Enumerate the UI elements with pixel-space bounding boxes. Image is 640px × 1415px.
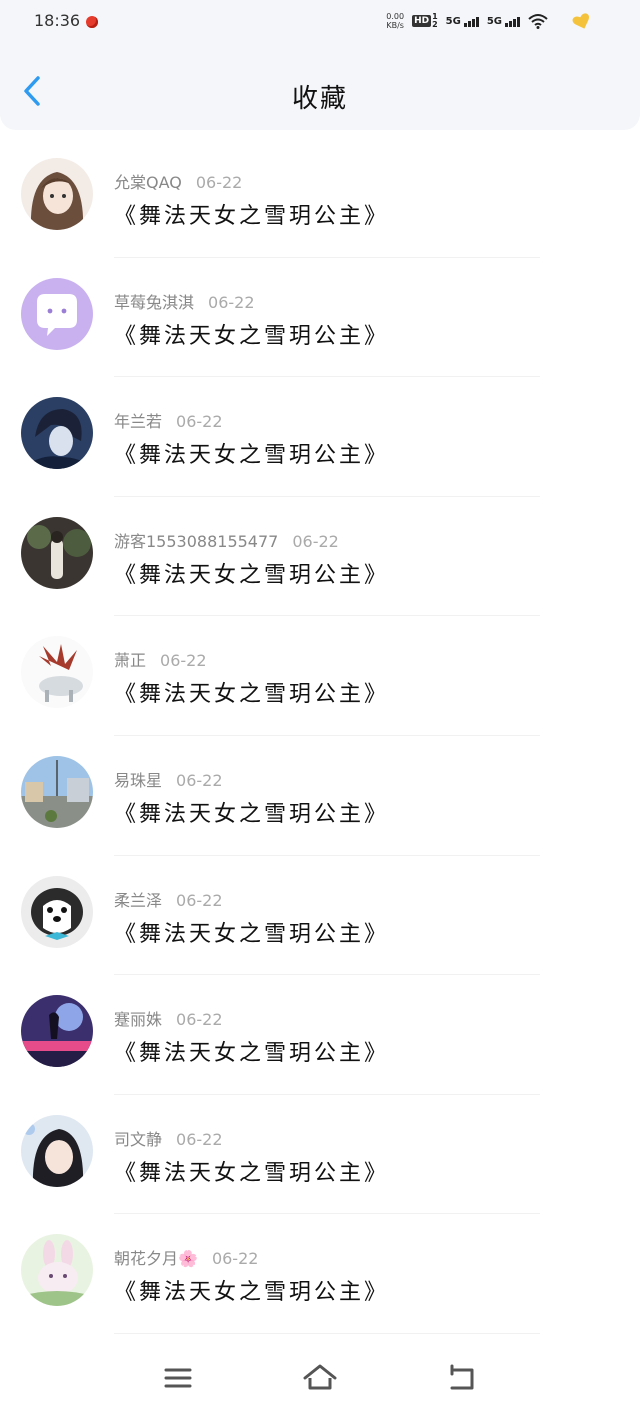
item-title: 《舞法天女之雪玥公主》 — [114, 1160, 390, 1186]
list-item[interactable]: 柔兰泽 06-22 《舞法天女之雪玥公主》 — [0, 856, 640, 976]
item-date: 06-22 — [160, 651, 207, 671]
net-speed-value: 0.00 — [386, 12, 405, 21]
item-date: 06-22 — [292, 531, 339, 551]
list-item[interactable]: 允棠QAQ 06-22 《舞法天女之雪玥公主》 — [0, 138, 640, 258]
item-title: 《舞法天女之雪玥公主》 — [114, 204, 390, 229]
item-date: 06-22 — [176, 1129, 223, 1149]
avatar — [21, 1234, 93, 1307]
menu-icon[interactable] — [158, 1360, 198, 1396]
item-meta: 草莓兔淇淇 06-22 — [114, 289, 255, 313]
list-item[interactable]: 年兰若 06-22 《舞法天女之雪玥公主》 — [0, 377, 640, 497]
net-speed-unit: KB/s — [386, 21, 404, 30]
list-item[interactable]: 草莓兔淇淇 06-22 《舞法天女之雪玥公主》 — [0, 258, 640, 378]
status-bar: 18:36 0.00 KB/s HD 1 2 5G 5G — [0, 0, 640, 44]
item-date: 06-22 — [176, 412, 223, 432]
avatar — [21, 397, 93, 470]
item-date: 06-22 — [176, 1010, 223, 1030]
wifi-icon — [528, 14, 548, 29]
item-meta: 易珠星 06-22 — [114, 767, 223, 791]
signal-icon: 5G — [487, 16, 520, 27]
item-meta: 游客1553088155477 06-22 — [114, 528, 339, 552]
list-item[interactable]: 司文静 06-22 《舞法天女之雪玥公主》 — [0, 1095, 640, 1215]
page-title: 收藏 — [291, 84, 348, 114]
avatar — [21, 277, 93, 350]
item-title: 《舞法天女之雪玥公主》 — [114, 562, 390, 588]
item-title: 《舞法天女之雪玥公主》 — [114, 323, 390, 349]
avatar — [21, 636, 93, 709]
item-date: 06-22 — [176, 890, 223, 910]
back-icon[interactable] — [442, 1360, 482, 1396]
hd-label: HD — [412, 15, 432, 27]
item-title: 《舞法天女之雪玥公主》 — [114, 1280, 390, 1306]
author-name: 游客1553088155477 — [114, 531, 279, 551]
home-icon[interactable] — [300, 1360, 340, 1396]
heart-icon — [572, 13, 589, 29]
header: 收藏 — [0, 44, 640, 130]
item-date: 06-22 — [208, 292, 255, 312]
item-meta: 柔兰泽 06-22 — [114, 887, 223, 911]
avatar — [21, 755, 93, 828]
item-title: 《舞法天女之雪玥公主》 — [114, 682, 390, 708]
author-name: 易珠星 — [114, 770, 163, 790]
list-item[interactable]: 游客1553088155477 06-22 《舞法天女之雪玥公主》 — [0, 497, 640, 617]
item-meta: 司文静 06-22 — [114, 1126, 223, 1150]
system-nav-bar — [0, 1340, 640, 1415]
signal2-label: 5G — [486, 15, 502, 27]
item-date: 06-22 — [176, 770, 223, 790]
avatar — [21, 995, 93, 1068]
item-title: 《舞法天女之雪玥公主》 — [114, 1041, 390, 1067]
item-meta: 年兰若 06-22 — [114, 408, 223, 432]
author-name: 朝花夕月🌸 — [114, 1249, 198, 1269]
list-item[interactable]: 朝花夕月🌸 06-22 《舞法天女之雪玥公主》 — [0, 1214, 640, 1334]
hd-icon: HD 1 2 — [412, 13, 438, 29]
author-name: 柔兰泽 — [114, 890, 163, 910]
item-meta: 萧正 06-22 — [114, 647, 207, 671]
sim2-label: 2 — [432, 20, 438, 29]
item-title: 《舞法天女之雪玥公主》 — [114, 921, 390, 947]
list-item[interactable]: 易珠星 06-22 《舞法天女之雪玥公主》 — [0, 736, 640, 856]
status-time: 18:36 — [34, 11, 81, 30]
avatar — [21, 875, 93, 948]
author-name: 草莓兔淇淇 — [114, 292, 195, 312]
signal1-label: 5G — [445, 15, 461, 27]
item-meta: 蹇丽姝 06-22 — [114, 1006, 223, 1030]
author-name: 司文静 — [114, 1129, 163, 1149]
item-title: 《舞法天女之雪玥公主》 — [114, 801, 390, 827]
list-item[interactable]: 萧正 06-22 《舞法天女之雪玥公主》 — [0, 616, 640, 736]
avatar — [21, 1114, 93, 1187]
author-name: 允棠QAQ — [114, 173, 182, 192]
avatar — [21, 158, 93, 230]
author-name: 蹇丽姝 — [114, 1010, 163, 1030]
item-date: 06-22 — [211, 1249, 259, 1269]
avatar — [21, 516, 93, 589]
author-name: 年兰若 — [114, 412, 163, 432]
item-title: 《舞法天女之雪玥公主》 — [114, 443, 390, 469]
net-speed: 0.00 KB/s — [386, 12, 404, 30]
notification-dot-icon — [86, 16, 98, 28]
favorites-list: 允棠QAQ 06-22 《舞法天女之雪玥公主》 草莓兔淇淇 06-22 《舞法天女之… — [0, 138, 640, 1334]
list-item[interactable]: 蹇丽姝 06-22 《舞法天女之雪玥公主》 — [0, 975, 640, 1095]
item-meta: 允棠QAQ 06-22 — [114, 169, 242, 193]
signal-icon: 5G — [446, 16, 479, 27]
author-name: 萧正 — [114, 651, 147, 671]
item-meta: 朝花夕月🌸 06-22 — [114, 1245, 258, 1269]
item-date: 06-22 — [195, 173, 243, 192]
status-icons: 0.00 KB/s HD 1 2 5G 5G — [386, 12, 548, 30]
